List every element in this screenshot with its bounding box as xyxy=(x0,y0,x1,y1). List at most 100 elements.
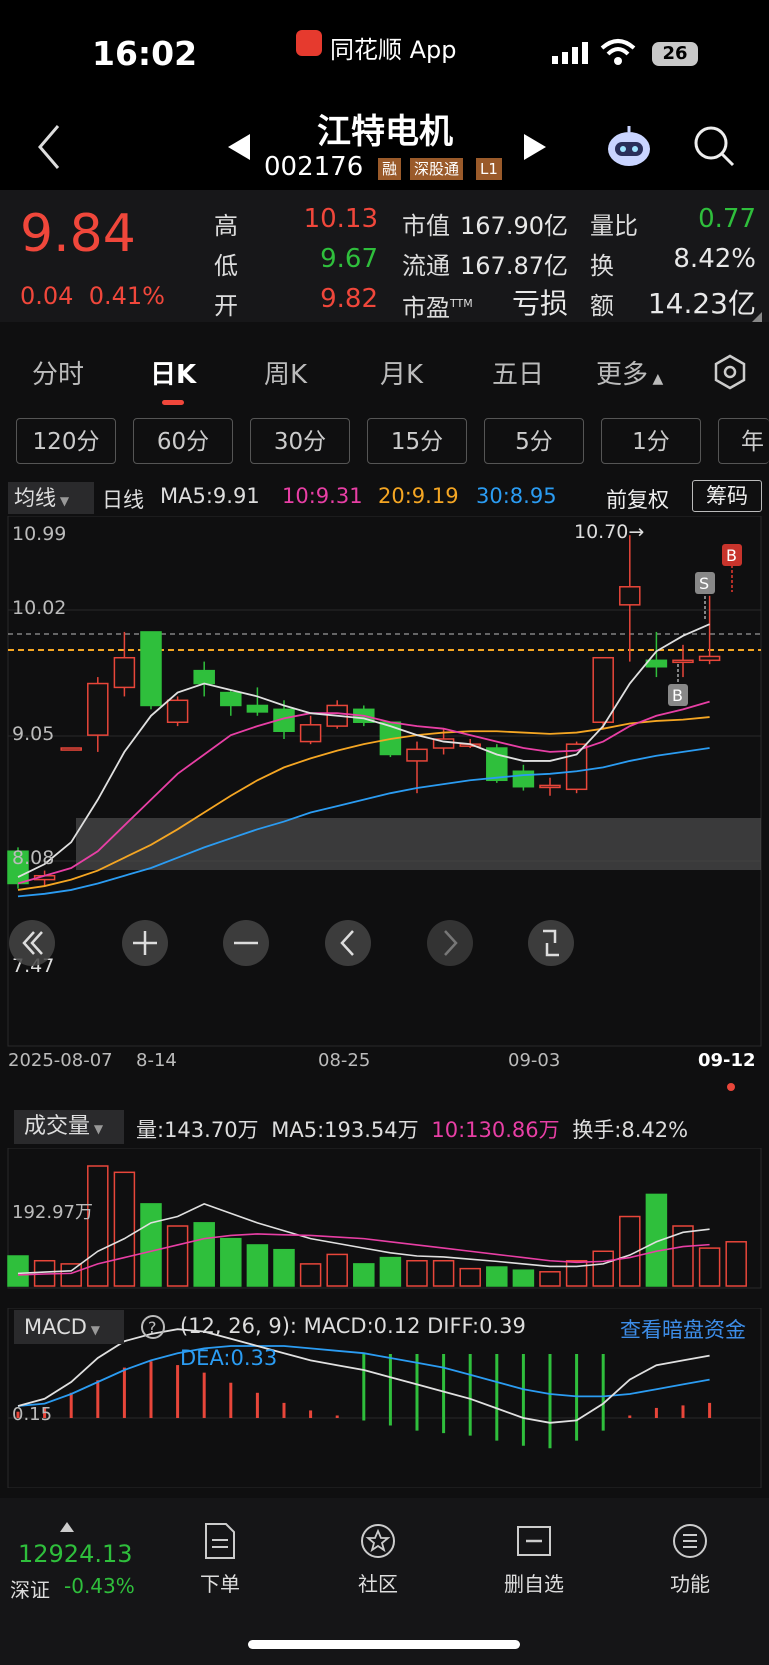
index-value[interactable]: 12924.13 xyxy=(18,1540,133,1568)
period-15m-button[interactable]: 15分 xyxy=(367,418,467,464)
volume-chart[interactable]: 192.97万 xyxy=(0,1148,769,1298)
help-icon[interactable]: ? xyxy=(140,1314,166,1340)
search-icon[interactable] xyxy=(692,124,736,168)
ma-type-select[interactable]: 均线 ▼ xyxy=(8,482,94,514)
volume-bar xyxy=(220,1237,242,1287)
price-label: 10.02 xyxy=(12,597,66,619)
robot-assistant-icon[interactable] xyxy=(604,122,654,172)
price-change: 0.04 0.41% xyxy=(20,282,165,310)
signal-icon xyxy=(552,42,588,64)
low-label: 低 xyxy=(214,252,238,280)
community-label: 社区 xyxy=(358,1572,398,1596)
volume-ratio-label: 量比 xyxy=(590,212,638,240)
turnover-value: 8.42% xyxy=(673,244,756,274)
period-60m-button[interactable]: 60分 xyxy=(133,418,233,464)
functions-button[interactable]: 功能 xyxy=(640,1522,740,1597)
volume-ma10: 10:130.86万 xyxy=(431,1118,560,1142)
tab-daily[interactable]: 日K xyxy=(150,354,196,391)
remove-watchlist-label: 删自选 xyxy=(504,1572,564,1596)
chart-settings-icon[interactable] xyxy=(712,354,748,390)
turnover-label: 换 xyxy=(590,252,614,280)
volume-bar xyxy=(273,1248,295,1287)
index-change: -0.43% xyxy=(64,1574,135,1598)
current-day-dot xyxy=(727,1083,735,1091)
change-percent: 0.41% xyxy=(88,282,165,310)
tab-five-day[interactable]: 五日 xyxy=(492,354,544,391)
open-value: 9.82 xyxy=(320,284,378,314)
volume-bar xyxy=(486,1266,508,1287)
volume-bar xyxy=(432,1259,455,1287)
candlestick-chart[interactable]: 10.99 10.02 9.05 8.08 7.47 10.70→ 2025-0… xyxy=(0,516,769,1096)
period-30m-button[interactable]: 30分 xyxy=(250,418,350,464)
macd-params: (12, 26, 9): MACD:0.12 DIFF:0.39 xyxy=(180,1314,526,1338)
amount-value: 14.23亿 xyxy=(647,287,756,320)
prev-stock-button[interactable] xyxy=(226,132,252,162)
candle-body xyxy=(406,748,428,762)
chart-controls xyxy=(9,920,574,966)
volume-bar xyxy=(459,1267,481,1287)
scroll-right-button[interactable] xyxy=(427,920,473,966)
macd-indicator-select[interactable]: MACD ▼ xyxy=(14,1310,124,1344)
candle-body xyxy=(645,659,668,668)
fullscreen-button[interactable] xyxy=(528,920,574,966)
status-time: 16:02 xyxy=(92,34,198,73)
home-indicator xyxy=(248,1640,520,1649)
price-adjust-select[interactable]: 前复权 xyxy=(606,484,669,514)
order-button[interactable]: 下单 xyxy=(170,1522,270,1597)
remove-watchlist-button[interactable]: 删自选 xyxy=(484,1522,584,1597)
candle-body xyxy=(592,656,614,723)
expand-corner-icon[interactable] xyxy=(752,312,762,322)
period-120m-button[interactable]: 120分 xyxy=(16,418,116,464)
period-1m-button[interactable]: 1分 xyxy=(601,418,701,464)
index-name: 深证 xyxy=(10,1578,50,1602)
sell-marker-label: S xyxy=(699,574,709,593)
pe-value: 亏损 xyxy=(511,287,568,320)
volume-bar xyxy=(140,1203,162,1287)
volume-bar xyxy=(592,1250,614,1287)
tab-more[interactable]: 更多 ▲ xyxy=(596,354,663,391)
tab-weekly[interactable]: 周K xyxy=(264,354,307,391)
volume-ratio-value: 0.77 xyxy=(698,204,756,234)
volume-bar xyxy=(299,1263,322,1287)
scroll-left-button[interactable] xyxy=(325,920,371,966)
volume-axis-label: 192.97万 xyxy=(12,1202,93,1223)
buy-marker-label: B xyxy=(672,686,683,705)
community-button[interactable]: 社区 xyxy=(328,1522,428,1597)
candle-body xyxy=(220,691,242,707)
open-label: 开 xyxy=(214,292,238,320)
candle-body xyxy=(486,747,508,782)
connect-tag: 深股通 xyxy=(410,158,464,180)
date-label: 09-03 xyxy=(508,1050,560,1071)
volume-indicator-select[interactable]: 成交量 ▼ xyxy=(14,1110,124,1144)
app-icon xyxy=(296,30,322,56)
volume-bar xyxy=(113,1171,136,1287)
next-stock-button[interactable] xyxy=(522,132,548,162)
candle-body xyxy=(166,699,189,723)
volume-bar xyxy=(193,1222,215,1287)
buy-marker-label: B xyxy=(726,546,737,565)
volume-bar xyxy=(326,1253,348,1287)
ma30-legend: 30:8.95 xyxy=(476,484,557,508)
volume-bars-group xyxy=(7,1165,747,1287)
date-label: 08-25 xyxy=(318,1050,370,1071)
volume-bar xyxy=(353,1263,375,1287)
stock-name: 江特电机 xyxy=(317,112,453,152)
float-value: 167.87亿 xyxy=(460,252,568,280)
period-year-button[interactable]: 年 xyxy=(718,418,769,464)
change-value: 0.04 xyxy=(20,282,74,310)
battery-icon: 26 xyxy=(652,42,698,66)
period-5m-button[interactable]: 5分 xyxy=(484,418,584,464)
volume-bar xyxy=(60,1263,82,1287)
tab-intraday[interactable]: 分时 xyxy=(32,354,84,391)
chip-distribution-button[interactable]: 筹码 xyxy=(692,480,762,512)
margin-tag: 融 xyxy=(378,158,402,180)
dark-pool-link[interactable]: 查看暗盘资金 xyxy=(620,1314,746,1344)
back-button[interactable] xyxy=(34,122,64,172)
last-price: 9.84 xyxy=(20,204,136,264)
menu-icon xyxy=(673,1524,707,1558)
candle-body xyxy=(672,659,694,664)
community-icon xyxy=(361,1524,395,1558)
app-name: 同花顺 App xyxy=(330,36,457,64)
tab-monthly[interactable]: 月K xyxy=(380,354,423,391)
candle-body xyxy=(619,586,641,606)
